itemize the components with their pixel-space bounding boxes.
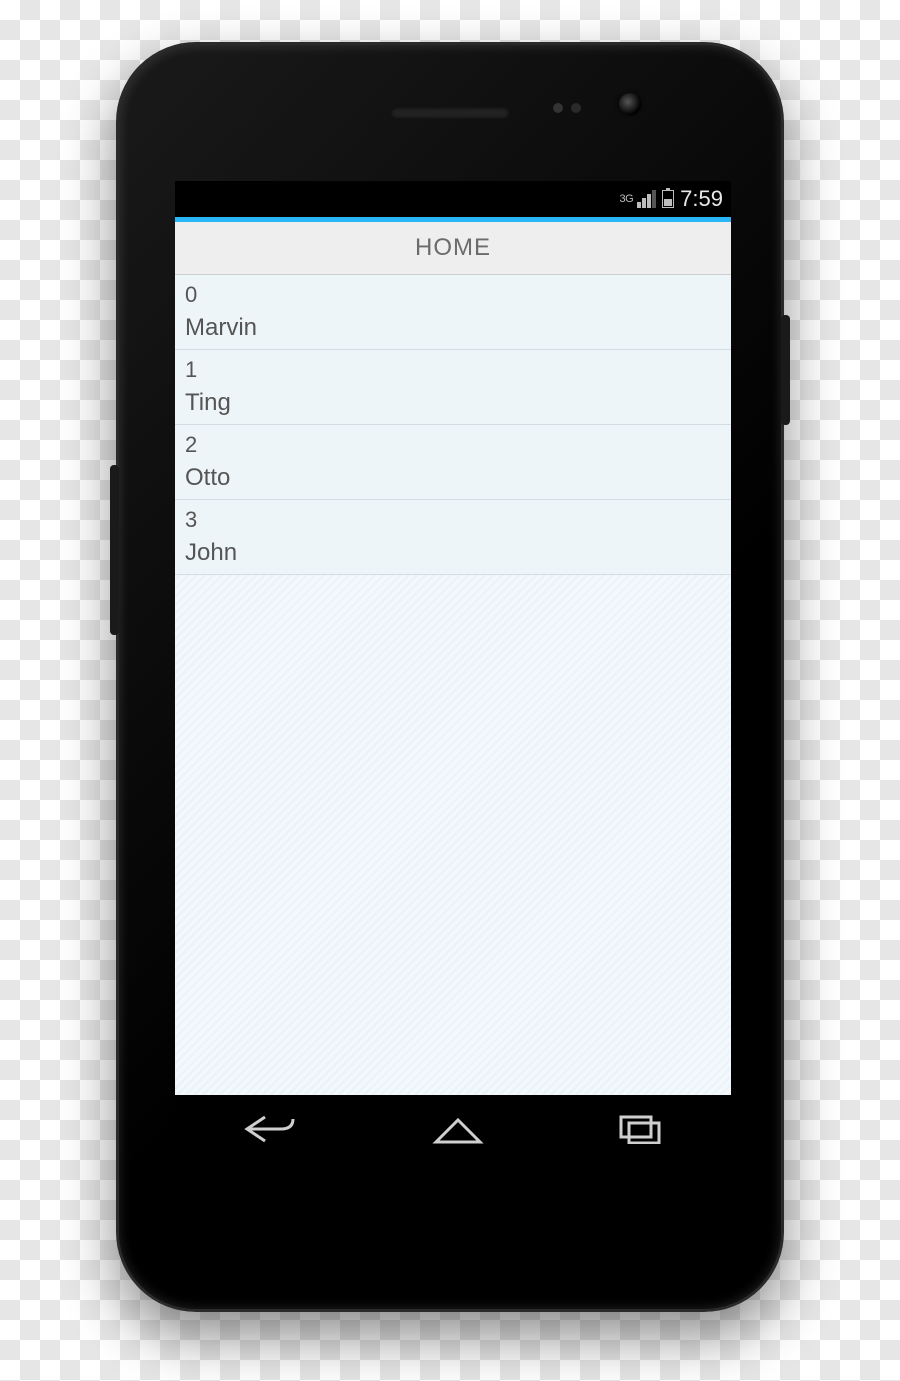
item-name: Marvin bbox=[185, 311, 721, 345]
item-index: 1 bbox=[185, 354, 721, 386]
home-button[interactable] bbox=[432, 1114, 484, 1149]
sensor-icon bbox=[571, 103, 581, 113]
sensor-icon bbox=[553, 103, 563, 113]
status-clock: 7:59 bbox=[680, 186, 723, 212]
name-list: 0 Marvin 1 Ting 2 Otto 3 John bbox=[175, 275, 731, 575]
list-item[interactable]: 3 John bbox=[175, 500, 731, 575]
list-item[interactable]: 1 Ting bbox=[175, 350, 731, 425]
front-camera-icon bbox=[619, 93, 641, 115]
earpiece bbox=[390, 107, 510, 119]
app-content: HOME 0 Marvin 1 Ting 2 Otto 3 John bbox=[175, 222, 731, 1095]
status-bar: 3G 7:59 bbox=[175, 181, 731, 217]
item-index: 3 bbox=[185, 504, 721, 536]
item-index: 2 bbox=[185, 429, 721, 461]
item-index: 0 bbox=[185, 279, 721, 311]
list-item[interactable]: 2 Otto bbox=[175, 425, 731, 500]
item-name: Otto bbox=[185, 461, 721, 495]
nav-bar bbox=[175, 1095, 731, 1167]
item-name: Ting bbox=[185, 386, 721, 420]
screen: 3G 7:59 HOME 0 Marvin 1 Ting 2 bbox=[175, 181, 731, 1167]
list-item[interactable]: 0 Marvin bbox=[175, 275, 731, 350]
network-label: 3G bbox=[619, 193, 633, 205]
page-title: HOME bbox=[175, 222, 731, 275]
battery-icon bbox=[662, 190, 674, 208]
recent-apps-button[interactable] bbox=[617, 1114, 665, 1149]
power-button[interactable] bbox=[781, 315, 790, 425]
volume-button[interactable] bbox=[110, 465, 119, 635]
signal-icon bbox=[637, 190, 656, 208]
phone-frame: 3G 7:59 HOME 0 Marvin 1 Ting 2 bbox=[116, 42, 784, 1312]
back-button[interactable] bbox=[241, 1113, 299, 1150]
item-name: John bbox=[185, 536, 721, 570]
